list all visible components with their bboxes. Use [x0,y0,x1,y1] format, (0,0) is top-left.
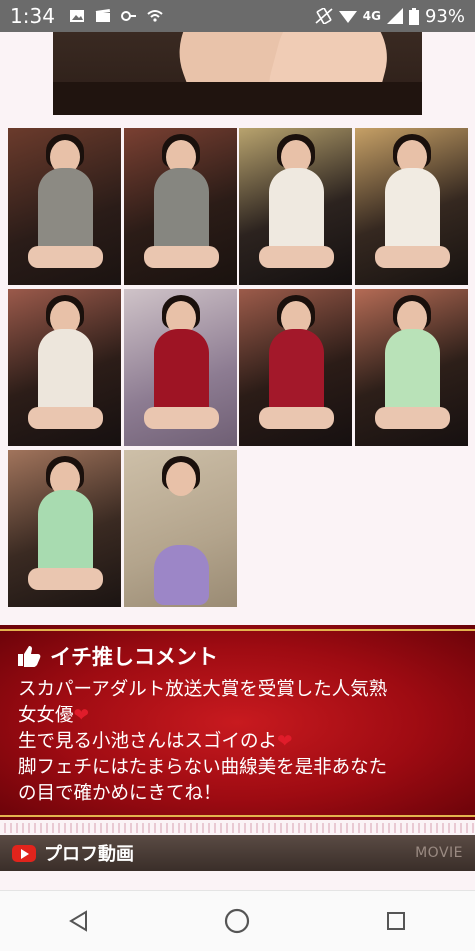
comment-line: の目で確かめにきてね！ [18,783,222,804]
cell-signal-icon [386,8,403,24]
heart-icon: ❤ [73,705,90,726]
gallery-photo[interactable] [239,289,352,446]
recents-square-icon [386,912,405,930]
comment-line: 生で見る小池さんはスゴイのよ❤ [18,731,293,752]
home-button[interactable] [207,901,267,941]
vibrate-icon [315,8,333,24]
comment-line: 女女優❤ [18,705,90,726]
vpn-key-icon [120,11,136,21]
thumbs-up-icon [18,646,41,667]
system-status: 4G 93% [315,6,465,27]
gallery-photo[interactable] [239,128,352,285]
status-bar: 1:34 4G 93% [0,0,475,32]
hero-photo[interactable] [53,32,422,115]
comment-title-text: イチ推しコメント [50,645,218,669]
wifi-signal-icon [338,11,357,23]
divider [0,815,475,817]
battery-percent: 93% [424,5,465,27]
heart-icon: ❤ [277,731,293,752]
battery-icon [408,7,419,25]
recents-button[interactable] [366,901,426,941]
gallery-photo[interactable] [8,450,121,607]
system-nav-bar [0,890,475,951]
network-type: 4G [362,9,381,23]
status-time: 1:34 [10,4,55,28]
gallery-photo[interactable] [124,128,237,285]
comment-body: スカパーアダルト放送大賞を受賞した人気熟 女女優❤ 生で見る小池さんはスゴイのよ… [18,677,458,807]
back-triangle-icon [69,910,88,932]
back-button[interactable] [49,901,109,941]
hero-photo-detail [53,82,422,115]
image-notification-icon [69,10,84,22]
notification-icons [69,9,163,23]
comment-title: イチ推しコメント [16,641,218,671]
profile-movie-bar[interactable]: プロフ動画 MOVIE [0,835,475,871]
comment-line: スカパーアダルト放送大賞を受賞した人気熟 [18,679,388,700]
top [154,545,209,605]
clapperboard-icon [95,9,110,22]
gallery-photo[interactable] [124,289,237,446]
decorative-border [0,823,475,833]
gallery-photo[interactable] [8,128,121,285]
divider [0,629,475,631]
wifi-icon [147,10,163,22]
movie-bar-title: プロフ動画 [44,844,134,865]
gallery-photo[interactable] [355,128,468,285]
recommend-comment-section: イチ推しコメント スカパーアダルト放送大賞を受賞した人気熟 女女優❤ 生で見る小… [0,625,475,820]
youtube-icon [12,844,36,862]
movie-label: MOVIE [415,845,463,861]
gallery-photo[interactable] [8,289,121,446]
home-circle-icon [225,908,250,934]
comment-line: 脚フェチにはたまらない曲線美を是非あなた [18,757,388,778]
page-content: イチ推しコメント スカパーアダルト放送大賞を受賞した人気熟 女女優❤ 生で見る小… [0,32,475,890]
gallery-photo[interactable] [355,289,468,446]
gallery-photo[interactable] [124,450,237,607]
